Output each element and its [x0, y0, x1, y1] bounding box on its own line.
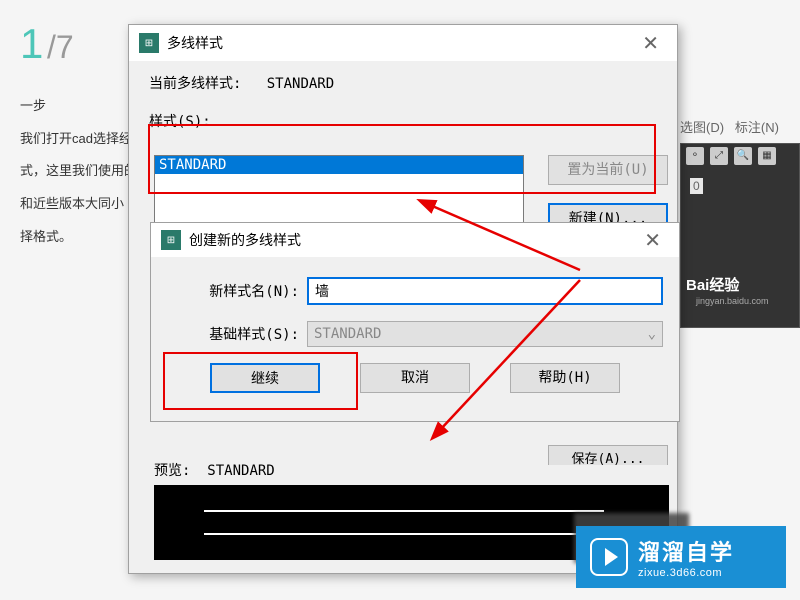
dialog-main-title: 多线样式 — [167, 33, 223, 53]
base-style-label: 基础样式(S): — [167, 324, 307, 344]
toolbar-icon-3[interactable]: 🔍 — [734, 147, 752, 165]
watermark-url: zixue.3d66.com — [638, 567, 734, 579]
help-button[interactable]: 帮助(H) — [510, 363, 620, 393]
play-icon — [590, 538, 628, 576]
listbox-item-selected[interactable]: STANDARD — [155, 156, 523, 174]
toolbar-icon-1[interactable]: ⚬ — [686, 147, 704, 165]
continue-button[interactable]: 继续 — [210, 363, 320, 393]
new-style-name-label: 新样式名(N): — [167, 281, 307, 301]
watermark-title: 溜溜自学 — [638, 535, 734, 567]
toolbar-icon-4[interactable]: ▦ — [758, 147, 776, 165]
close-icon[interactable]: ✕ — [634, 31, 667, 56]
zixue-watermark: 溜溜自学 zixue.3d66.com — [576, 526, 786, 588]
menu-fragment: 选图(D) 标注(N) — [680, 117, 779, 136]
coord-label: 0 — [690, 178, 703, 194]
step-number-total: /7 — [47, 29, 74, 65]
toolbar-icon-2[interactable]: ⤢ — [710, 147, 728, 165]
dialog-sub-title: 创建新的多线样式 — [189, 230, 301, 250]
current-style-row: 当前多线样式: STANDARD — [149, 73, 657, 93]
app-icon: ⊞ — [161, 230, 181, 250]
styles-label: 样式(S): — [149, 111, 657, 131]
baidu-watermark-url: jingyan.baidu.com — [696, 296, 769, 306]
new-style-name-input[interactable] — [307, 277, 663, 305]
base-style-select[interactable]: STANDARD ⌄ — [307, 321, 663, 347]
close-icon[interactable]: ✕ — [636, 228, 669, 253]
set-current-button[interactable]: 置为当前(U) — [548, 155, 668, 185]
preview-label: 预览: STANDARD — [154, 460, 275, 480]
cad-toolbar-dark: ⚬ ⤢ 🔍 ▦ Bai经验 jingyan.baidu.com — [680, 143, 800, 328]
step-number-current: 1 — [20, 20, 43, 67]
dialog-main-titlebar[interactable]: ⊞ 多线样式 ✕ — [129, 25, 677, 61]
chevron-down-icon: ⌄ — [648, 326, 656, 342]
cancel-button[interactable]: 取消 — [360, 363, 470, 393]
app-icon: ⊞ — [139, 33, 159, 53]
dialog-sub-titlebar[interactable]: ⊞ 创建新的多线样式 ✕ — [151, 223, 679, 257]
baidu-watermark-logo: Bai经验 — [686, 274, 739, 295]
save-button-partial[interactable]: 保存(A)... — [548, 445, 668, 465]
create-new-style-dialog: ⊞ 创建新的多线样式 ✕ 新样式名(N): 基础样式(S): STANDARD … — [150, 222, 680, 422]
